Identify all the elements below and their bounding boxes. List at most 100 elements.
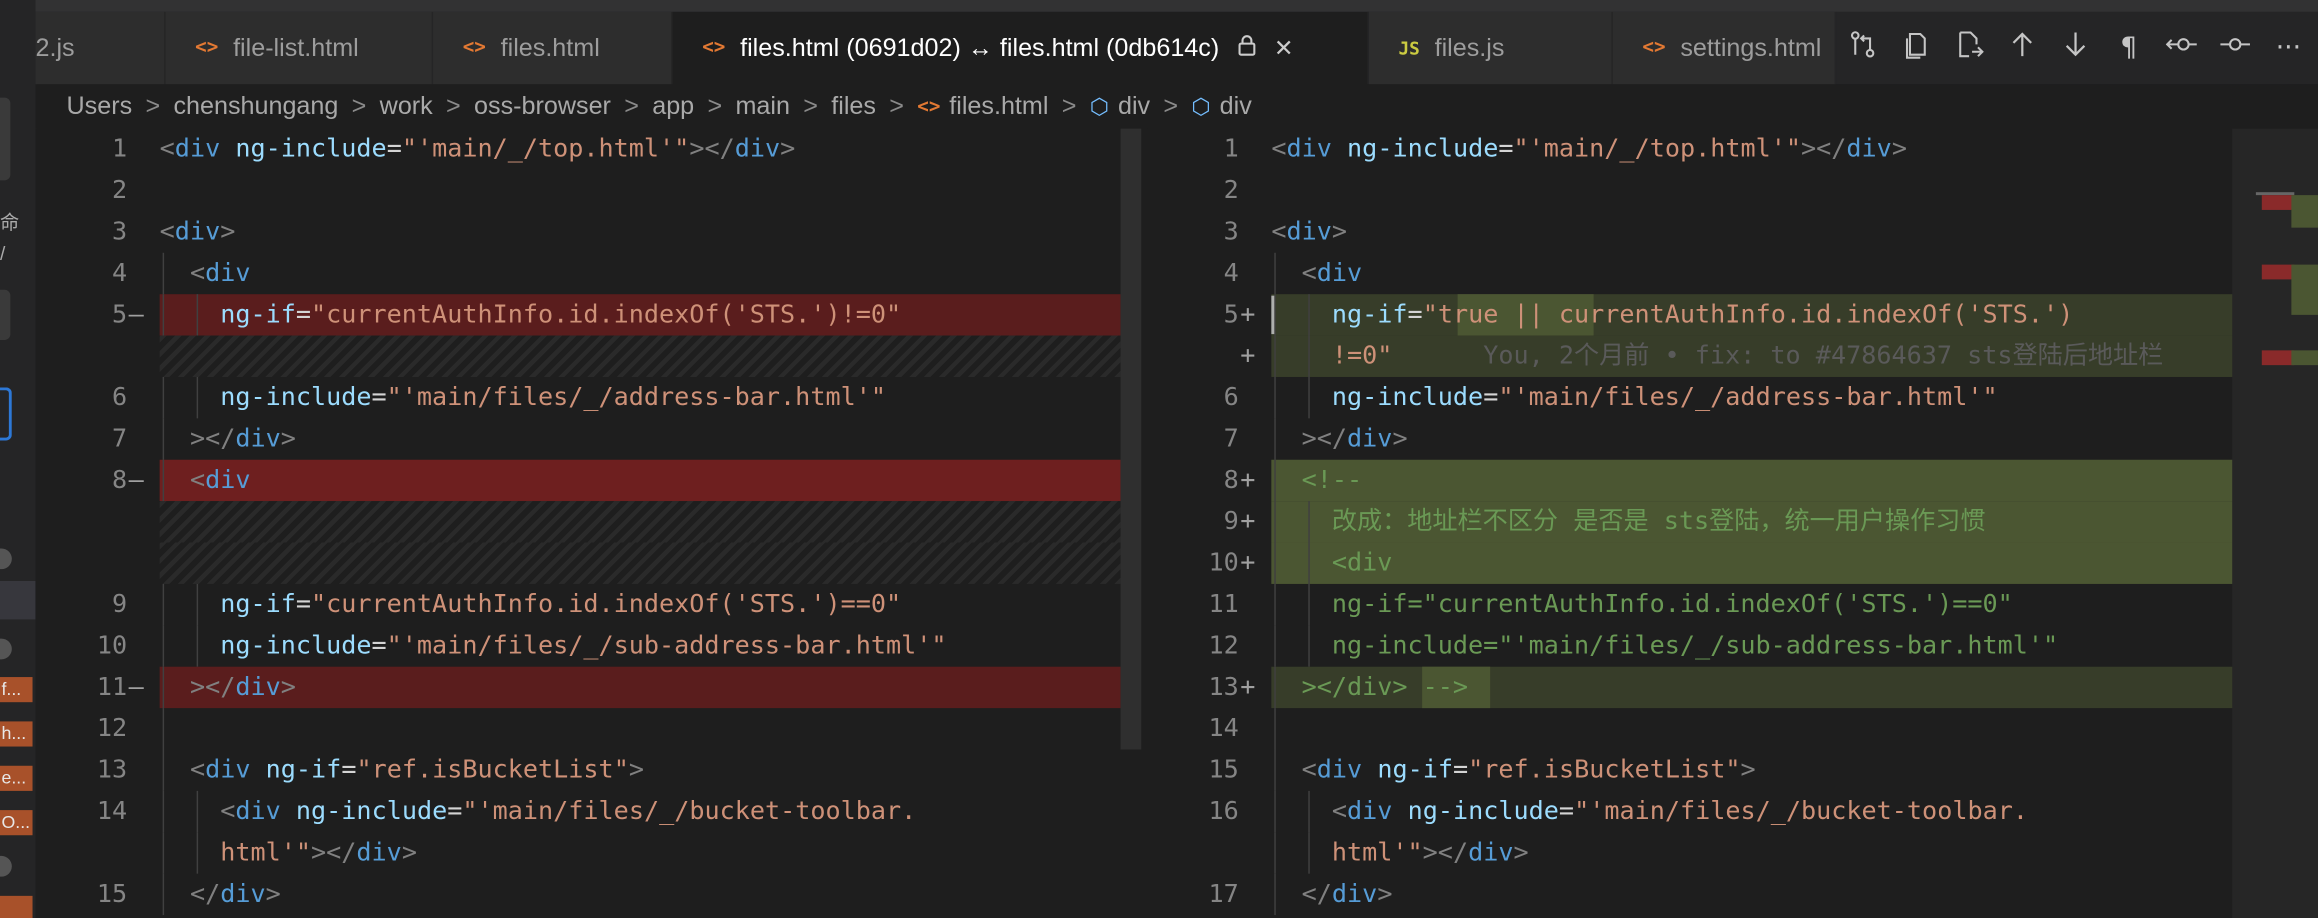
activity-tag[interactable]: e... bbox=[0, 765, 33, 791]
code-line[interactable]: 16 <div ng-include="'main/files/_/bucket… bbox=[1147, 790, 2318, 833]
code-line[interactable]: 7 ></div> bbox=[35, 418, 1120, 460]
code-line[interactable]: 11— ></div> bbox=[35, 666, 1121, 709]
tab-files-js[interactable]: JS files.js bbox=[1368, 11, 1613, 85]
symbol-cube-icon: ⬡ bbox=[1089, 94, 1110, 120]
code-token: </ bbox=[189, 879, 221, 910]
open-changes-icon[interactable] bbox=[1836, 30, 1889, 67]
tab-files-html-diff[interactable]: <> files.html (0691d02) ↔ files.html (0d… bbox=[672, 11, 1369, 85]
original-editor-pane[interactable]: 1 <div ng-include="'main/_/top.html'"></d… bbox=[35, 128, 1121, 918]
code-line[interactable]: 2 bbox=[35, 170, 1120, 211]
diff-divider[interactable] bbox=[1120, 128, 1148, 918]
code-line[interactable]: 1 <div ng-include="'main/_/top.html'"></d… bbox=[35, 129, 1120, 170]
diff-overview-ruler[interactable] bbox=[2232, 128, 2318, 918]
diff-marker bbox=[129, 874, 150, 915]
breadcrumb-item[interactable]: files bbox=[831, 92, 876, 122]
diff-marker bbox=[1240, 832, 1261, 873]
code-line[interactable]: 3 <div> bbox=[35, 211, 1120, 252]
arrow-down-icon[interactable] bbox=[2049, 30, 2102, 67]
code-token: ng-include="'main/files/_/sub-address-ba… bbox=[1331, 631, 2059, 661]
code-line[interactable]: 14 <div ng-include="'main/files/_/bucket… bbox=[35, 790, 1120, 833]
code-line[interactable]: 15 </div> bbox=[35, 873, 1120, 916]
line-number: 11 bbox=[1208, 589, 1239, 620]
code-line[interactable]: 7 ></div> bbox=[1147, 418, 2318, 460]
code-line[interactable]: 14 bbox=[1147, 708, 2318, 750]
activity-tag[interactable]: f... bbox=[0, 677, 33, 703]
code-line[interactable]: 10 ng-include="'main/files/_/sub-address… bbox=[35, 625, 1120, 667]
code-line[interactable] bbox=[35, 335, 1121, 377]
breadcrumb-item[interactable]: files.html bbox=[949, 92, 1048, 122]
code-line[interactable]: 6 ng-include="'main/files/_/address-bar.… bbox=[1147, 376, 2318, 419]
copy-file-icon[interactable] bbox=[1889, 30, 1942, 67]
code-token: div bbox=[1846, 134, 1892, 165]
breadcrumb-item[interactable]: chenshungang bbox=[173, 92, 338, 122]
code-line[interactable]: 12 ng-include="'main/files/_/sub-address… bbox=[1147, 625, 2318, 667]
code-line[interactable]: 2 bbox=[1147, 170, 2318, 211]
code-token: = bbox=[341, 755, 357, 785]
breadcrumb-item[interactable]: main bbox=[735, 92, 789, 122]
code-line[interactable]: 11 ng-if="currentAuthInfo.id.indexOf('ST… bbox=[1147, 583, 2318, 626]
activity-item-active[interactable] bbox=[0, 580, 36, 620]
overview-deletion-mark bbox=[2261, 350, 2295, 366]
code-line[interactable]: 4 <div bbox=[1147, 252, 2318, 295]
code-line[interactable]: 6 ng-include="'main/files/_/address-bar.… bbox=[35, 376, 1120, 419]
breadcrumb-item[interactable]: div bbox=[1118, 92, 1150, 122]
scrollbar-thumb[interactable] bbox=[1120, 128, 1142, 750]
line-number: 10 bbox=[1208, 548, 1239, 579]
code-line[interactable] bbox=[35, 501, 1121, 543]
code-line[interactable]: 8— <div bbox=[35, 459, 1121, 502]
code-token: </ bbox=[1301, 879, 1332, 910]
inline-diff-icon[interactable] bbox=[2155, 30, 2208, 67]
activity-item-selected[interactable] bbox=[0, 387, 12, 441]
code-line[interactable]: 13 + ></div> --> bbox=[1147, 666, 2318, 709]
code-line[interactable]: html'"></div> bbox=[1147, 832, 2318, 874]
code-line[interactable]: 9 + 改成：地址栏不区分 是否是 sts登陆，统一用户操作习惯 bbox=[1147, 501, 2318, 543]
activity-tag[interactable] bbox=[0, 895, 33, 918]
breadcrumb-item[interactable]: Users bbox=[67, 92, 133, 122]
code-line[interactable]: 8 + <!-- bbox=[1147, 459, 2318, 502]
activity-tag[interactable]: O... bbox=[0, 810, 33, 836]
code-line[interactable]: 1 <div ng-include="'main/_/top.html'"></d… bbox=[1147, 129, 2318, 170]
lock-icon[interactable] bbox=[1237, 33, 1256, 63]
code-line[interactable]: 10 + <div bbox=[1147, 542, 2318, 584]
code-line[interactable] bbox=[35, 542, 1121, 584]
code-line[interactable]: html'"></div> bbox=[35, 832, 1120, 874]
code-line[interactable]: 13 <div ng-if="ref.isBucketList"> bbox=[35, 749, 1120, 791]
tab-file-list-html[interactable]: <> file-list.html bbox=[165, 11, 434, 85]
tab-files-html[interactable]: <> files.html bbox=[433, 11, 673, 85]
tab-settings-html[interactable]: <> settings.html bbox=[1612, 11, 1837, 85]
breadcrumb-item[interactable]: div bbox=[1220, 92, 1252, 122]
code-line[interactable]: 4 <div bbox=[35, 252, 1120, 295]
diff-marker: + bbox=[1240, 300, 1256, 330]
code-line[interactable]: + !=0" You, 2个月前 • fix: to #47864637 sts… bbox=[1147, 335, 2318, 377]
line-number bbox=[1147, 336, 1239, 377]
tab-2js[interactable]: 2.js bbox=[35, 11, 166, 85]
code-line[interactable]: 9 ng-if="currentAuthInfo.id.indexOf('STS… bbox=[35, 583, 1120, 626]
activity-item[interactable] bbox=[0, 97, 11, 181]
pilcrow-icon[interactable]: ¶ bbox=[2102, 33, 2155, 64]
code-token: > bbox=[628, 755, 644, 785]
diff-marker bbox=[129, 501, 150, 542]
breadcrumb-item[interactable]: oss-browser bbox=[474, 92, 611, 122]
code-line[interactable]: 15 <div ng-if="ref.isBucketList"> bbox=[1147, 749, 2318, 791]
diff-marker: + bbox=[1240, 507, 1256, 537]
code-line[interactable]: 3 <div> bbox=[1147, 211, 2318, 252]
code-line[interactable]: 5— ng-if="currentAuthInfo.id.indexOf('ST… bbox=[35, 294, 1121, 336]
more-icon[interactable]: ··· bbox=[2262, 33, 2315, 64]
open-file-icon[interactable] bbox=[1942, 30, 1995, 67]
arrow-up-icon[interactable] bbox=[1996, 30, 2049, 67]
code-line[interactable]: 5 + ng-if="true || currentAuthInfo.id.ind… bbox=[1147, 294, 2318, 336]
close-icon[interactable]: ✕ bbox=[1274, 33, 1294, 63]
code-line[interactable]: 12 bbox=[35, 708, 1120, 750]
activity-tag[interactable]: h... bbox=[0, 721, 33, 747]
activity-item[interactable] bbox=[0, 289, 11, 341]
breadcrumb-item[interactable]: work bbox=[380, 92, 433, 122]
code-line[interactable]: 17 </div> bbox=[1147, 873, 2318, 916]
modified-editor-pane[interactable]: 1 <div ng-include="'main/_/top.html'"></d… bbox=[1147, 128, 2318, 918]
breadcrumb-item[interactable]: app bbox=[652, 92, 694, 122]
compare-icon[interactable] bbox=[2209, 30, 2262, 67]
